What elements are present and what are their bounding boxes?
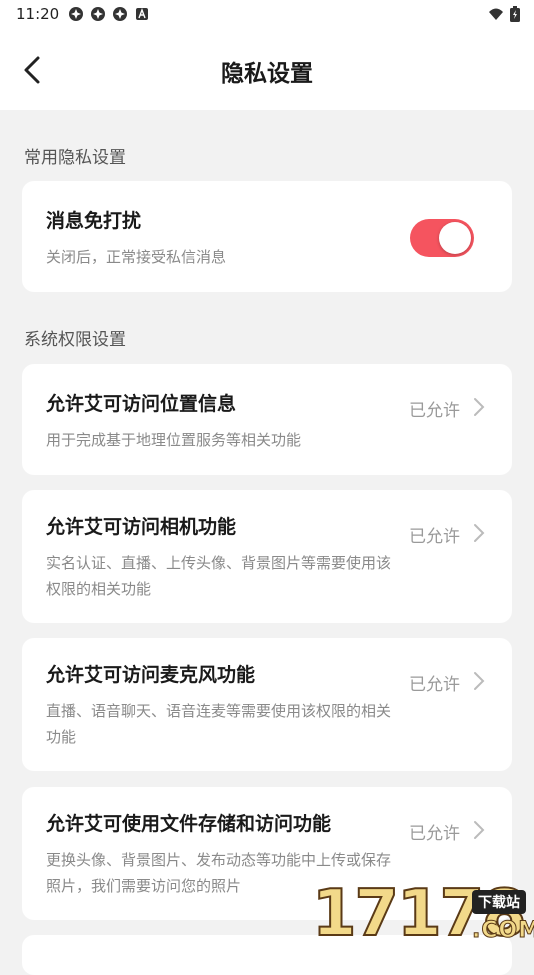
site-watermark: 17178 下载站 .COM <box>311 878 534 950</box>
permission-desc: 用于完成基于地理位置服务等相关功能 <box>46 431 302 449</box>
watermark-domain: .COM <box>471 918 534 944</box>
section-title-system: 系统权限设置 <box>24 330 126 350</box>
battery-icon <box>510 6 520 22</box>
dnd-desc: 关闭后，正常接受私信消息 <box>46 248 227 266</box>
permission-desc: 实名认证、直播、上传头像、背景图片等需要使用该权限的相关功能 <box>46 554 392 598</box>
permission-title: 允许艾可访问麦克风功能 <box>46 664 256 686</box>
notification-icon <box>69 7 83 21</box>
toggle-knob <box>439 222 471 254</box>
page-title: 隐私设置 <box>221 61 313 87</box>
notification-icon <box>91 7 105 21</box>
dnd-title: 消息免打扰 <box>46 210 142 232</box>
chevron-right-icon <box>474 524 485 542</box>
dnd-toggle[interactable] <box>410 219 474 257</box>
watermark-tag: 下载站 <box>472 890 526 914</box>
permission-item-camera[interactable]: 允许艾可访问相机功能 实名认证、直播、上传头像、背景图片等需要使用该权限的相关功… <box>22 490 512 623</box>
status-notification-icons <box>68 6 150 22</box>
permission-title: 允许艾可访问位置信息 <box>46 393 237 415</box>
permission-status: 已允许 <box>409 675 460 695</box>
permission-status: 已允许 <box>409 824 460 844</box>
dnd-card: 消息免打扰 关闭后，正常接受私信消息 <box>22 181 512 292</box>
status-time: 11:20 <box>16 5 60 23</box>
wifi-icon <box>489 8 503 20</box>
status-bar: 11:20 <box>0 0 534 30</box>
status-right-icons <box>488 6 520 22</box>
permission-status: 已允许 <box>409 401 460 421</box>
chevron-right-icon <box>474 398 485 416</box>
chevron-right-icon <box>474 821 485 839</box>
a-icon <box>136 8 148 20</box>
permission-status: 已允许 <box>409 527 460 547</box>
permission-desc: 直播、语音聊天、语音连麦等需要使用该权限的相关功能 <box>46 702 392 746</box>
permission-item-microphone[interactable]: 允许艾可访问麦克风功能 直播、语音聊天、语音连麦等需要使用该权限的相关功能 已允… <box>22 638 512 771</box>
section-title-common: 常用隐私设置 <box>24 148 126 168</box>
permission-title: 允许艾可使用文件存储和访问功能 <box>46 813 332 835</box>
notification-icon <box>113 7 127 21</box>
permission-item-location[interactable]: 允许艾可访问位置信息 用于完成基于地理位置服务等相关功能 已允许 <box>22 364 512 475</box>
navigation-header: 隐私设置 <box>0 30 534 110</box>
chevron-right-icon <box>474 672 485 690</box>
permission-title: 允许艾可访问相机功能 <box>46 516 237 538</box>
